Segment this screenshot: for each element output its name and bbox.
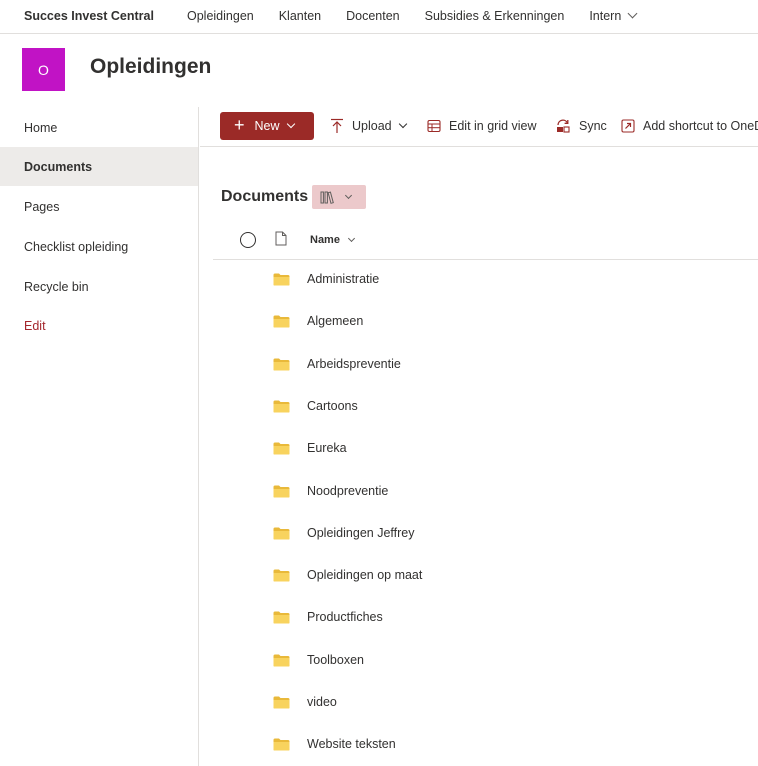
folder-name-link[interactable]: Opleidingen op maat [307,568,422,582]
folder-icon [273,569,290,582]
leftnav-item-documents[interactable]: Documents [0,147,198,186]
chevron-down-icon [347,234,356,242]
top-navigation: Succes Invest Central Opleidingen Klante… [0,0,758,34]
folder-icon [273,315,290,328]
folder-row[interactable]: video [213,682,758,724]
folder-icon [273,485,290,498]
chevron-down-icon [627,8,638,19]
site-logo[interactable]: O [22,48,65,91]
sync-icon [557,119,570,133]
folder-name-link[interactable]: Eureka [307,441,347,455]
leftnav-item-pages[interactable]: Pages [0,187,198,226]
site-name-link[interactable]: Succes Invest Central [24,9,154,23]
list-header: Name [213,221,758,260]
folder-icon [273,696,290,709]
file-type-icon [275,231,287,246]
column-header-name[interactable]: Name [310,234,356,246]
chevron-down-icon [344,191,353,200]
hub-nav-docenten[interactable]: Docenten [346,9,400,23]
folder-name-link[interactable]: Arbeidspreventie [307,357,401,371]
upload-button-label: Upload [352,119,392,133]
folder-row[interactable]: Opleidingen op maat [213,555,758,597]
hub-nav-intern-label: Intern [589,9,622,23]
folder-row[interactable]: Toolboxen [213,640,758,682]
view-options-button[interactable] [312,185,366,209]
folder-row[interactable]: Administratie [213,259,758,301]
folder-icon [273,358,290,371]
library-view-icon [320,190,334,204]
leftnav-edit-link[interactable]: Edit [0,306,198,345]
folder-icon [273,611,290,624]
hub-nav-intern[interactable]: Intern [589,8,638,23]
site-logo-letter: O [38,61,49,78]
folder-row[interactable]: Noodpreventie [213,471,758,513]
grid-icon [427,119,441,133]
leftnav-item-checklist-opleiding[interactable]: Checklist opleiding [0,227,198,266]
command-bar: + New Upload Edit in grid view Sync Add … [200,107,758,147]
chevron-down-icon [286,119,295,129]
hub-nav-klanten[interactable]: Klanten [279,9,321,23]
hub-nav-opleidingen[interactable]: Opleidingen [187,9,254,23]
folder-icon [273,738,290,751]
left-navigation: Home Documents Pages Checklist opleiding… [0,107,199,766]
folder-name-link[interactable]: Noodpreventie [307,484,388,498]
edit-grid-view-button[interactable]: Edit in grid view [427,112,537,140]
column-header-name-label: Name [310,234,340,246]
folder-row[interactable]: Website teksten [213,724,758,766]
folder-icon [273,527,290,540]
sync-button-label: Sync [579,119,607,133]
add-shortcut-icon [621,119,635,133]
select-all-checkbox[interactable] [240,232,256,248]
folder-name-link[interactable]: video [307,695,337,709]
folder-name-link[interactable]: Toolboxen [307,653,364,667]
folder-icon [273,400,290,413]
upload-button[interactable]: Upload [330,112,407,140]
folder-row[interactable]: Arbeidspreventie [213,344,758,386]
upload-icon [331,118,343,133]
folder-icon [273,654,290,667]
edit-grid-view-label: Edit in grid view [449,119,537,133]
folder-name-link[interactable]: Opleidingen Jeffrey [307,526,414,540]
hub-nav-subsidies[interactable]: Subsidies & Erkenningen [425,9,565,23]
plus-icon: + [234,115,245,135]
folder-row[interactable]: Opleidingen Jeffrey [213,513,758,555]
new-button[interactable]: + New [220,112,314,140]
folder-row[interactable]: Productfiches [213,597,758,639]
library-title: Documents [221,188,309,205]
sync-button[interactable]: Sync [555,112,607,140]
hub-nav: Opleidingen Klanten Docenten Subsidies &… [187,8,661,23]
folder-row[interactable]: Algemeen [213,301,758,343]
folder-name-link[interactable]: Administratie [307,272,379,286]
add-shortcut-label: Add shortcut to OneDrive [643,119,758,133]
site-title[interactable]: Opleidingen [90,55,211,79]
new-button-label: New [254,119,280,133]
leftnav-item-home[interactable]: Home [0,108,198,147]
folder-name-link[interactable]: Cartoons [307,399,358,413]
folder-row[interactable]: Cartoons [213,386,758,428]
folder-name-link[interactable]: Algemeen [307,314,363,328]
folder-icon [273,442,290,455]
leftnav-item-recycle-bin[interactable]: Recycle bin [0,267,198,306]
folder-row[interactable]: Eureka [213,428,758,470]
folder-name-link[interactable]: Productfiches [307,610,383,624]
add-shortcut-button[interactable]: Add shortcut to OneDrive [621,112,758,140]
folder-name-link[interactable]: Website teksten [307,737,396,751]
chevron-down-icon [398,119,407,129]
folder-icon [273,273,290,286]
